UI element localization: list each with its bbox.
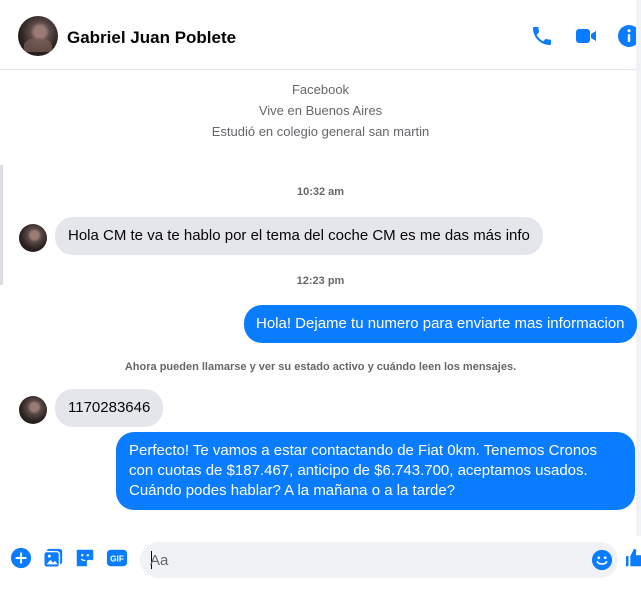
profile-location: Vive en Buenos Aires	[258, 103, 383, 118]
sender-avatar[interactable]	[19, 224, 47, 252]
incoming-message[interactable]: Hola CM te va te hablo por el tema del c…	[55, 217, 543, 255]
timestamp: 10:32 am	[296, 186, 345, 198]
gif-label: GIF	[110, 555, 124, 564]
message-input-box[interactable]	[140, 542, 618, 578]
thumbs-up-icon[interactable]	[626, 547, 641, 569]
sender-avatar[interactable]	[19, 396, 47, 424]
chat-header: Gabriel Juan Poblete	[0, 0, 641, 70]
incoming-message[interactable]: 1170283646	[55, 389, 164, 427]
video-camera-icon[interactable]	[573, 23, 599, 49]
message-composer: GIF	[0, 536, 641, 590]
timestamp: 12:23 pm	[296, 275, 345, 287]
gif-icon[interactable]: GIF	[106, 547, 128, 569]
sticker-icon[interactable]	[74, 547, 96, 569]
message-input[interactable]	[150, 542, 580, 578]
contact-notice: Ahora pueden llamarse y ver su estado ac…	[124, 361, 517, 373]
contact-name[interactable]: Gabriel Juan Poblete	[67, 28, 236, 48]
gallery-icon[interactable]	[42, 547, 64, 569]
phone-icon[interactable]	[529, 23, 555, 49]
profile-source: Facebook	[291, 82, 350, 97]
profile-education: Estudió en colegio general san martin	[211, 124, 430, 139]
outgoing-message[interactable]: Perfecto! Te vamos a estar contactando d…	[116, 432, 635, 510]
outgoing-message[interactable]: Hola! Dejame tu numero para enviarte mas…	[244, 305, 637, 343]
contact-avatar[interactable]	[18, 16, 58, 56]
plus-circle-icon[interactable]	[10, 547, 32, 569]
emoji-icon[interactable]	[591, 549, 613, 571]
scroll-indicator[interactable]	[0, 165, 3, 285]
